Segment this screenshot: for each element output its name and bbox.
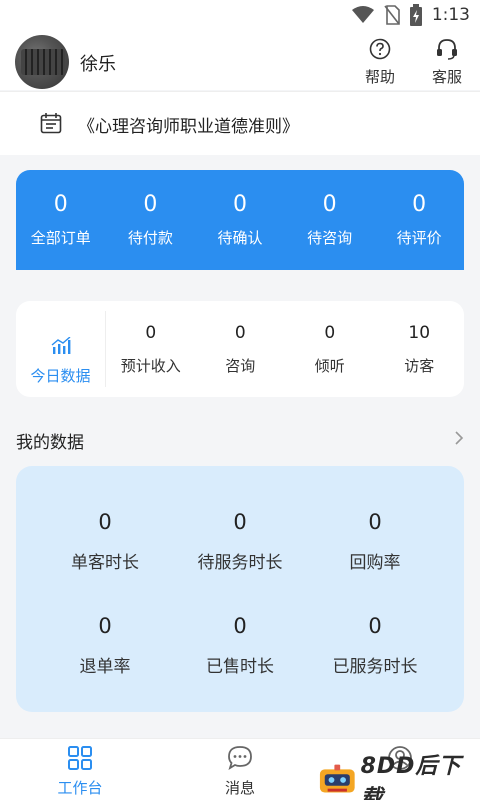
customer-service-label: 客服 (431, 68, 462, 86)
today-consult[interactable]: 0 咨询 (196, 301, 286, 397)
profile-header: 徐乐 帮助 客服 (0, 30, 480, 90)
status-bar: 1:13 (0, 0, 480, 30)
my-data-label: 单客时长 (71, 553, 139, 573)
today-value: 10 (408, 323, 431, 343)
order-count: 0 (143, 192, 158, 217)
robot-logo-icon (319, 764, 355, 793)
my-data-card: 0 单客时长 0 待服务时长 0 回购率 0 退单率 0 已售时长 0 已服务时… (16, 466, 464, 712)
order-pending-review[interactable]: 0 待评价 (374, 170, 464, 270)
today-value: 0 (324, 323, 336, 343)
my-data-value: 0 (233, 614, 247, 638)
my-data-value: 0 (98, 614, 112, 638)
order-pending-consult[interactable]: 0 待咨询 (285, 170, 375, 270)
my-data-label: 待服务时长 (197, 553, 283, 573)
my-data-label: 已服务时长 (332, 657, 418, 677)
today-label: 预计收入 (120, 357, 181, 375)
today-listen[interactable]: 0 倾听 (285, 301, 375, 397)
customer-service-button[interactable]: 客服 (422, 38, 472, 87)
no-sim-icon (384, 5, 400, 25)
order-count: 0 (412, 192, 427, 217)
chat-icon (228, 746, 252, 770)
order-all[interactable]: 0 全部订单 (16, 170, 106, 270)
ethics-notice[interactable]: 《心理咨询师职业道德准则》 (0, 91, 480, 155)
my-data-item: 0 待服务时长 (165, 510, 315, 573)
order-count: 0 (322, 192, 337, 217)
calendar-icon (40, 113, 62, 134)
order-label: 待评价 (396, 229, 442, 247)
today-value: 0 (234, 323, 246, 343)
order-label: 全部订单 (30, 229, 91, 247)
today-data-card: 今日数据 0 预计收入 0 咨询 0 倾听 10 访客 (16, 301, 464, 397)
headset-icon (437, 39, 457, 60)
my-data-value: 0 (233, 510, 247, 534)
order-label: 待确认 (217, 229, 263, 247)
my-data-title: 我的数据 (16, 433, 84, 453)
help-icon (369, 38, 391, 60)
today-expected-income[interactable]: 0 预计收入 (106, 301, 196, 397)
tab-workbench[interactable]: 工作台 (0, 739, 160, 800)
tab-messages[interactable]: 消息 (160, 739, 320, 800)
today-label: 倾听 (314, 357, 345, 375)
tab-label: 消息 (224, 779, 255, 797)
my-data-item: 0 已售时长 (165, 614, 315, 677)
my-data-item: 0 已服务时长 (300, 614, 450, 677)
avatar[interactable] (15, 35, 69, 89)
order-count: 0 (232, 192, 247, 217)
status-time: 1:13 (431, 5, 470, 25)
my-data-value: 0 (368, 614, 382, 638)
chart-icon (51, 336, 70, 354)
my-data-value: 0 (368, 510, 382, 534)
my-data-label: 回购率 (349, 553, 401, 573)
today-value: 0 (145, 323, 157, 343)
my-data-item: 0 退单率 (30, 614, 180, 677)
today-visitors[interactable]: 10 访客 (375, 301, 465, 397)
my-data-item: 0 回购率 (300, 510, 450, 573)
order-pending-confirm[interactable]: 0 待确认 (195, 170, 285, 270)
today-data-tab[interactable]: 今日数据 (16, 311, 106, 387)
battery-charging-icon (409, 4, 422, 26)
order-pending-payment[interactable]: 0 待付款 (106, 170, 196, 270)
help-button[interactable]: 帮助 (355, 38, 405, 87)
order-status-panel: 0 全部订单 0 待付款 0 待确认 0 待咨询 0 待评价 (16, 170, 464, 270)
wifi-icon (351, 6, 374, 23)
today-label: 咨询 (225, 357, 256, 375)
status-icons: 1:13 (351, 4, 470, 26)
username: 徐乐 (80, 54, 116, 75)
order-count: 0 (53, 192, 68, 217)
chevron-right-icon[interactable] (454, 430, 464, 446)
watermark-text: 8DD后下载 (360, 754, 462, 800)
grid-icon (68, 746, 92, 770)
my-data-label: 已售时长 (206, 657, 274, 677)
my-data-item: 0 单客时长 (30, 510, 180, 573)
today-label: 访客 (404, 357, 435, 375)
my-data-label: 退单率 (79, 657, 131, 677)
order-label: 待咨询 (307, 229, 353, 247)
watermark-logo: 8DD后下载 (318, 754, 480, 800)
help-label: 帮助 (364, 68, 395, 86)
order-label: 待付款 (127, 229, 173, 247)
notice-text: 《心理咨询师职业道德准则》 (78, 117, 299, 137)
my-data-value: 0 (98, 510, 112, 534)
today-data-label: 今日数据 (30, 367, 91, 385)
tab-label: 工作台 (57, 779, 103, 797)
